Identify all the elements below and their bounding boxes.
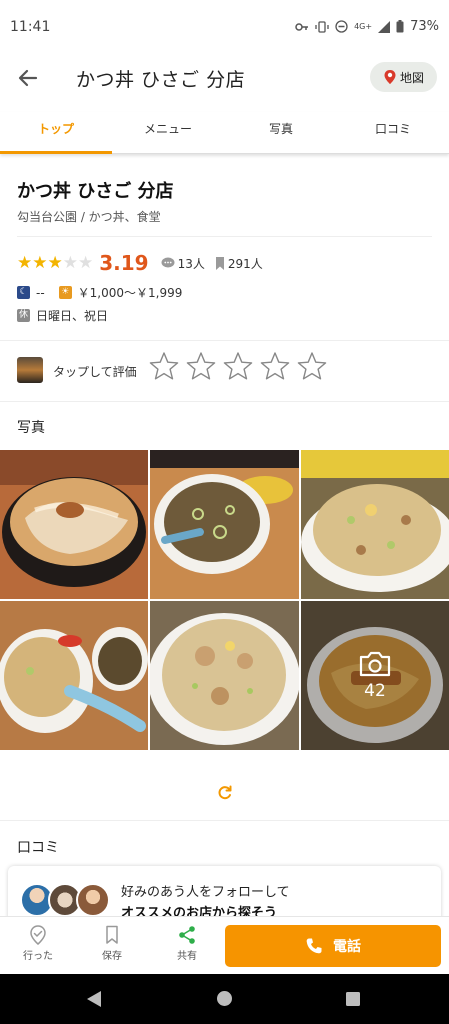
divider [17,236,432,237]
phone-icon [306,938,322,954]
call-label: 電話 [333,939,361,955]
reload-button[interactable] [216,784,234,802]
check-badge-icon [30,925,46,945]
photo-more-tile[interactable]: 42 [301,601,449,750]
vibrate-icon [315,20,329,33]
user-thumbnail [17,357,43,383]
tab-bar: トップ メニュー 写真 口コミ [0,112,449,154]
shop-area-genre[interactable]: 勾当台公園 / かつ丼、食堂 [17,208,161,225]
went-button[interactable]: 行った [8,925,68,962]
reviews-section: 口コミ [0,820,449,865]
star-outline-icon[interactable] [297,351,327,381]
tab-photos[interactable]: 写真 [225,112,337,152]
rating-score: 3.19 [99,251,149,275]
back-button[interactable] [14,64,42,92]
arrow-left-icon [18,69,38,87]
review-count-value: 13人 [177,256,205,271]
star-outline-icon[interactable] [223,351,253,381]
bookmark-icon [215,256,224,270]
rate-section[interactable]: タップして評価 [0,340,449,402]
star-filled-icon: ★ [17,252,33,273]
comment-icon [161,257,175,268]
dinner-budget: -- [36,285,45,300]
photo-thumbnail[interactable] [0,601,148,750]
battery-percent: 73% [410,19,439,34]
star-outline-icon[interactable] [149,351,179,381]
star-empty-icon: ★ [62,252,78,273]
rate-stars [149,351,327,381]
went-label: 行った [23,951,53,962]
reviews-heading: 口コミ [17,840,59,856]
dinner-moon-icon: ☾ [17,286,30,299]
shop-name: かつ丼 ひさご 分店 [17,181,174,202]
review-count[interactable]: 13人 [161,255,205,272]
map-button-label: 地図 [399,70,424,85]
star-filled-icon: ★ [47,252,63,273]
lunch-budget: ￥1,000～￥1,999 [77,286,183,300]
follow-text-line1: 好みのあう人をフォローして [121,885,290,900]
photo-count-overlay: 42 [301,601,449,750]
rate-prompt: タップして評価 [53,365,137,379]
photo-thumbnail[interactable] [150,450,299,599]
key-icon [295,22,309,31]
closed-days: 日曜日、祝日 [36,309,109,323]
tab-top[interactable]: トップ [0,112,112,154]
lunch-sun-icon: ☀ [58,286,72,299]
save-button[interactable]: 保存 [82,925,142,962]
status-bar: 11:41 4G+ 73% [0,0,449,56]
nav-back-icon[interactable] [86,990,102,1008]
photo-thumbnail[interactable] [301,450,449,599]
photo-thumbnail[interactable] [150,601,299,750]
status-icons: 4G+ 73% [295,19,439,34]
dnd-icon [335,20,348,33]
share-button[interactable]: 共有 [157,925,217,962]
tab-menu[interactable]: メニュー [112,112,224,152]
star-outline-icon[interactable] [186,351,216,381]
nav-home-icon[interactable] [216,990,233,1007]
avatar [76,883,110,917]
signal-icon [378,20,391,33]
bookmark-count-value: 291人 [227,256,263,271]
status-time: 11:41 [10,19,51,35]
photo-count: 42 [364,680,386,701]
map-pin-icon [384,70,396,84]
share-label: 共有 [177,951,197,962]
star-empty-icon: ★ [78,252,94,273]
budget-row: ☾ -- ☀ ￥1,000～￥1,999 [17,284,182,301]
closed-icon: 休 [17,309,30,322]
photo-grid: 42 [0,450,449,750]
call-button[interactable]: 電話 [225,925,441,967]
tab-reviews[interactable]: 口コミ [337,112,449,152]
share-icon [179,926,195,944]
camera-icon [359,651,391,676]
save-label: 保存 [102,951,122,962]
map-button[interactable]: 地図 [370,62,437,92]
app-bar: かつ丼 ひさご 分店 地図 [0,56,449,100]
system-nav-bar [0,974,449,1024]
battery-icon [396,20,404,33]
bottom-action-bar: 行った 保存 共有 電話 [0,916,449,974]
bookmark-count[interactable]: 291人 [215,255,263,272]
star-outline-icon[interactable] [260,351,290,381]
nav-recents-icon[interactable] [345,991,361,1007]
page-title: かつ丼 ひさご 分店 [76,69,246,91]
rating-row: ★ ★ ★ ★ ★ 3.19 13人 291人 [17,251,273,275]
photo-thumbnail[interactable] [0,450,148,599]
closed-row: 休 日曜日、祝日 [17,307,108,324]
bookmark-outline-icon [106,925,118,944]
network-label: 4G+ [354,22,373,31]
refresh-icon [218,785,232,800]
photos-heading: 写真 [17,420,45,436]
star-filled-icon: ★ [32,252,48,273]
